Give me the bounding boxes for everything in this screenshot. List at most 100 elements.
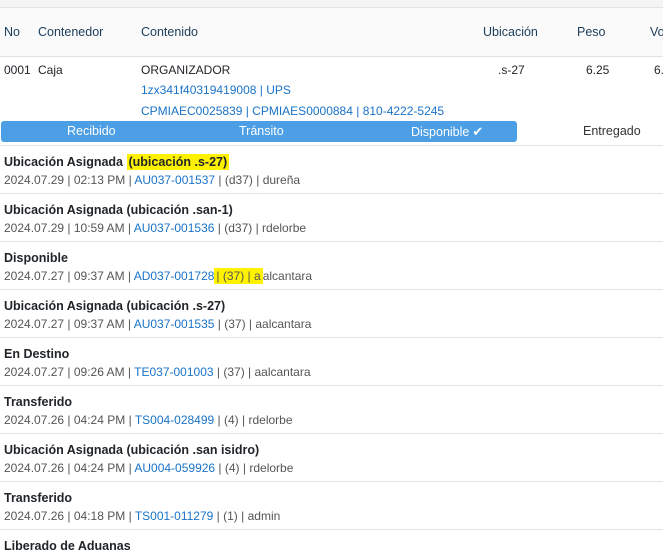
- table-row[interactable]: 0001 Caja ORGANIZADOR 1zx341f40319419008…: [0, 57, 663, 119]
- col-header-vol[interactable]: Vo: [650, 25, 663, 39]
- history-detail: (ubicación .san-1): [126, 203, 233, 217]
- history-meta: 2024.07.29 | 02:13 PM | AU037-001537 | (…: [4, 173, 301, 187]
- history-event: Disponible: [4, 251, 68, 265]
- history-item: Ubicación Asignada (ubicación .s-27) 202…: [0, 290, 663, 338]
- history-date: 2024.07.26: [4, 413, 65, 427]
- cell-peso: 6.25: [586, 63, 610, 77]
- history-date: 2024.07.29: [4, 173, 65, 187]
- history-item: Transferido 2024.07.26 | 04:18 PM | TS00…: [0, 482, 663, 530]
- history-item: Ubicación Asignada (ubicación .s-27) 202…: [0, 146, 663, 194]
- history-doc-link[interactable]: AU037-001535: [134, 317, 215, 331]
- stage-recibido: Recibido: [67, 124, 116, 138]
- history-user: rdelorbe: [262, 221, 307, 235]
- history-item: Ubicación Asignada (ubicación .san-1) 20…: [0, 194, 663, 242]
- history-code: (37): [222, 269, 245, 283]
- history-user: admin: [247, 509, 281, 523]
- history-event: Ubicación Asignada: [4, 443, 124, 457]
- history-doc-link[interactable]: AD037-001728: [134, 269, 215, 283]
- history-title: Ubicación Asignada (ubicación .s-27): [4, 154, 230, 170]
- history-date: 2024.07.29: [4, 221, 65, 235]
- history-event: Ubicación Asignada: [4, 203, 124, 217]
- history-code: (d37): [224, 173, 253, 187]
- tracking-link[interactable]: 1zx341f40319419008 | UPS: [141, 83, 291, 97]
- history-code: (d37): [224, 221, 253, 235]
- history-title: Disponible: [4, 251, 68, 265]
- cell-vol: 6.: [654, 63, 663, 77]
- highlighted-location: (ubicación .s-27): [126, 154, 230, 170]
- history-user: aalcantara: [255, 317, 312, 331]
- history-doc-link[interactable]: TS004-028499: [135, 413, 214, 427]
- history-meta: 2024.07.26 | 04:24 PM | TS004-028499 | (…: [4, 413, 293, 427]
- col-header-contenedor[interactable]: Contenedor: [38, 25, 103, 39]
- history-time: 02:13 PM: [73, 173, 126, 187]
- history-date: 2024.07.26: [4, 461, 65, 475]
- references-link[interactable]: CPMIAEC0025839 | CPMIAES0000884 | 810-42…: [141, 104, 444, 118]
- history-doc-link[interactable]: TE037-001003: [134, 365, 213, 379]
- history-time: 04:24 PM: [73, 461, 126, 475]
- stage-transito: Tránsito: [239, 124, 284, 138]
- history-code: (37): [224, 317, 246, 331]
- history-date: 2024.07.26: [4, 509, 65, 523]
- cell-no: 0001: [4, 63, 31, 77]
- history-doc-link[interactable]: AU037-001537: [134, 173, 215, 187]
- history-title: Ubicación Asignada (ubicación .san-1): [4, 203, 233, 217]
- history-time: 09:37 AM: [73, 317, 125, 331]
- top-strip: [0, 0, 663, 8]
- history-date: 2024.07.27: [4, 269, 65, 283]
- history-event: En Destino: [4, 347, 70, 361]
- history-meta: 2024.07.27 | 09:26 AM | TE037-001003 | (…: [4, 365, 311, 379]
- check-icon: ✔: [472, 124, 484, 139]
- history-user-rest: alcantara: [262, 269, 313, 283]
- stage-disponible: Disponible ✔: [411, 124, 483, 140]
- history-user: rdelorbe: [248, 413, 293, 427]
- highlighted-code: | (37) | a: [214, 268, 263, 284]
- history-user: aalcantara: [254, 365, 311, 379]
- history-title: Ubicación Asignada (ubicación .san isidr…: [4, 443, 259, 457]
- history-doc-link[interactable]: TS001-011279: [135, 509, 214, 523]
- cell-ubicacion: .s-27: [498, 63, 525, 77]
- history-meta: 2024.07.29 | 10:59 AM | AU037-001536 | (…: [4, 221, 307, 235]
- history-time: 09:26 AM: [73, 365, 125, 379]
- history-date: 2024.07.27: [4, 365, 65, 379]
- history-date: 2024.07.27: [4, 317, 65, 331]
- history-meta: 2024.07.27 | 09:37 AM | AU037-001535 | (…: [4, 317, 312, 331]
- history-meta: 2024.07.27 | 09:37 AM | AD037-001728 | (3…: [4, 268, 313, 284]
- history-event: Ubicación Asignada: [4, 155, 124, 169]
- history-item: Liberado de Aduanas: [0, 530, 663, 556]
- history-detail: (ubicación .san isidro): [126, 443, 260, 457]
- history-item: En Destino 2024.07.27 | 09:26 AM | TE037…: [0, 338, 663, 386]
- history-time: 09:37 AM: [73, 269, 125, 283]
- stage-disponible-label: Disponible: [411, 125, 470, 139]
- history-title: Transferido: [4, 395, 72, 409]
- history-item: Transferido 2024.07.26 | 04:24 PM | TS00…: [0, 386, 663, 434]
- history-code: (37): [223, 365, 245, 379]
- history-event: Transferido: [4, 395, 73, 409]
- history-user: dureña: [262, 173, 301, 187]
- stage-entregado: Entregado: [583, 124, 641, 138]
- col-header-contenido[interactable]: Contenido: [141, 25, 198, 39]
- history-title: Liberado de Aduanas: [4, 539, 131, 553]
- col-header-peso[interactable]: Peso: [577, 25, 606, 39]
- status-progress: Recibido Tránsito Disponible ✔ Entregado: [0, 120, 663, 146]
- cell-contenido: ORGANIZADOR: [141, 63, 231, 77]
- history-doc-link[interactable]: AU004-059926: [134, 461, 215, 475]
- history-event: Liberado de Aduanas: [4, 539, 131, 553]
- history-user: rdelorbe: [249, 461, 294, 475]
- history-doc-link[interactable]: AU037-001536: [134, 221, 215, 235]
- table-header: No Contenedor Contenido Ubicación Peso V…: [0, 8, 663, 57]
- history-list: Ubicación Asignada (ubicación .s-27) 202…: [0, 146, 663, 556]
- col-header-no[interactable]: No: [4, 25, 20, 39]
- col-header-ubicacion[interactable]: Ubicación: [483, 25, 538, 39]
- history-title: Transferido: [4, 491, 72, 505]
- history-code: (1): [223, 509, 238, 523]
- history-title: Ubicación Asignada (ubicación .s-27): [4, 299, 225, 313]
- history-time: 04:18 PM: [73, 509, 126, 523]
- history-time: 10:59 AM: [73, 221, 125, 235]
- history-item: Disponible 2024.07.27 | 09:37 AM | AD037…: [0, 242, 663, 290]
- history-event: Ubicación Asignada: [4, 299, 124, 313]
- history-code: (4): [224, 461, 240, 475]
- cell-contenedor: Caja: [38, 63, 63, 77]
- history-event: Transferido: [4, 491, 73, 505]
- history-meta: 2024.07.26 | 04:24 PM | AU004-059926 | (…: [4, 461, 294, 475]
- history-time: 04:24 PM: [73, 413, 126, 427]
